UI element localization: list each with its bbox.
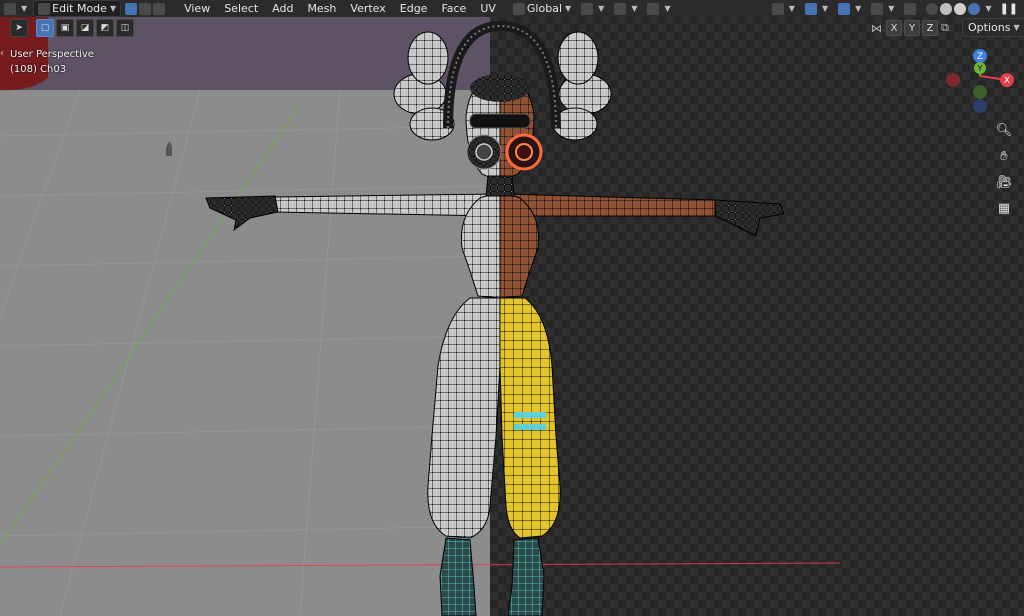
mode-dropdown[interactable]: Edit Mode ▼ [33,0,122,17]
cursor-icon: ➤ [15,23,23,33]
chevron-down-icon: ▼ [565,4,572,13]
3d-viewport-header: ▼ Edit Mode ▼ View Select Add Mesh Verte… [0,0,1024,17]
snap-icon [614,2,627,15]
gizmo-neg-x[interactable] [946,73,960,87]
select-mode-group [123,1,169,16]
xray-icon [904,2,917,15]
scene-mesh[interactable] [0,16,1024,616]
mode-icon [38,2,51,15]
overlay-icon [838,2,851,15]
pivot-icon [581,2,594,15]
3d-viewport[interactable] [0,16,1024,616]
shoe-left [439,537,477,616]
floor-grid [0,89,491,616]
leg-left [427,297,501,539]
hand-left [205,195,279,232]
editor-type-icon [4,2,16,15]
select-mode-face-icon[interactable] [153,2,166,15]
pause-button[interactable]: ❚❚ [996,1,1022,16]
small-spike [166,142,172,156]
orientation-icon [512,2,525,15]
arm-left [274,193,496,217]
glasses [469,113,531,129]
shading-wireframe-icon[interactable] [926,2,939,15]
menu-view[interactable]: View [177,2,217,15]
perspective-label: User Perspective [10,49,94,60]
overlay-toggle[interactable]: ▼ [834,1,865,16]
hand-pan-icon[interactable]: ✋︎ [994,146,1014,166]
select-tool-button[interactable]: ➤ [10,19,28,37]
menu-face[interactable]: Face [434,2,473,15]
blender-window: ▼ Edit Mode ▼ View Select Add Mesh Verte… [0,0,1024,616]
shading-material-icon[interactable] [954,2,967,15]
shading-solid-icon[interactable] [940,2,953,15]
shoe-right [507,537,545,616]
neck [485,175,515,197]
grid-icon[interactable]: ▦ [994,198,1014,218]
x-axis-line [0,562,841,568]
chevron-down-icon: ▼ [109,4,117,13]
menu-mesh[interactable]: Mesh [300,2,343,15]
y-axis-line [0,105,301,547]
transform-orientation-label: Global [526,2,562,15]
toolbar-toggle[interactable]: ‹ [0,48,6,66]
shading-rendered-icon[interactable] [968,2,981,15]
transform-orientation-dropdown[interactable]: Global ▼ [509,1,575,16]
navigation-tools: 🔍︎ ✋︎ 🎥︎ ▦ [994,120,1014,224]
gizmo-neg-y[interactable] [973,85,987,99]
menu-uv[interactable]: UV [473,2,503,15]
hair-top [470,74,530,102]
mesh-overlay-icon [871,2,884,15]
visibility-dropdown[interactable]: ▼ [768,1,799,16]
eye-icon [771,2,784,15]
gizmo-z-label: Z [977,52,983,62]
navigation-gizmo[interactable]: Z Y X [940,46,1020,116]
xray-toggle[interactable] [900,1,922,16]
arm-right [504,193,716,217]
mode-label: Edit Mode [52,2,107,15]
gizmo-x-label: X [1004,76,1010,86]
zoom-icon[interactable]: 🔍︎ [994,120,1014,140]
hand-right [714,199,785,237]
select-mode-edge-icon[interactable] [139,2,152,15]
viewport-info: User Perspective (108) Ch03 [10,47,94,77]
gizmo-icon [804,2,817,15]
object-label: (108) Ch03 [10,64,67,75]
editor-type-button[interactable]: ▼ [0,1,31,16]
pivot-dropdown[interactable]: ▼ [577,1,608,16]
shading-group: ▼ [924,1,993,16]
gizmo-y-label: Y [977,64,983,73]
menu-edge[interactable]: Edge [393,2,435,15]
select-mode-vertex-icon[interactable] [125,2,138,15]
menu-add[interactable]: Add [265,2,300,15]
menu-select[interactable]: Select [217,2,265,15]
pause-icon: ❚❚ [999,2,1018,15]
chevron-down-icon: ▼ [21,4,28,13]
gizmo-toggle[interactable]: ▼ [801,1,832,16]
snap-toggle[interactable]: ▼ [610,1,641,16]
mesh-edit-overlay[interactable]: ▼ [867,1,898,16]
menu-vertex[interactable]: Vertex [343,2,392,15]
pants-stripe [514,412,546,418]
camera-icon[interactable]: 🎥︎ [994,172,1014,192]
proportional-toggle[interactable]: ▼ [643,1,674,16]
proportional-icon [647,2,660,15]
gizmo-neg-z[interactable] [973,99,987,113]
